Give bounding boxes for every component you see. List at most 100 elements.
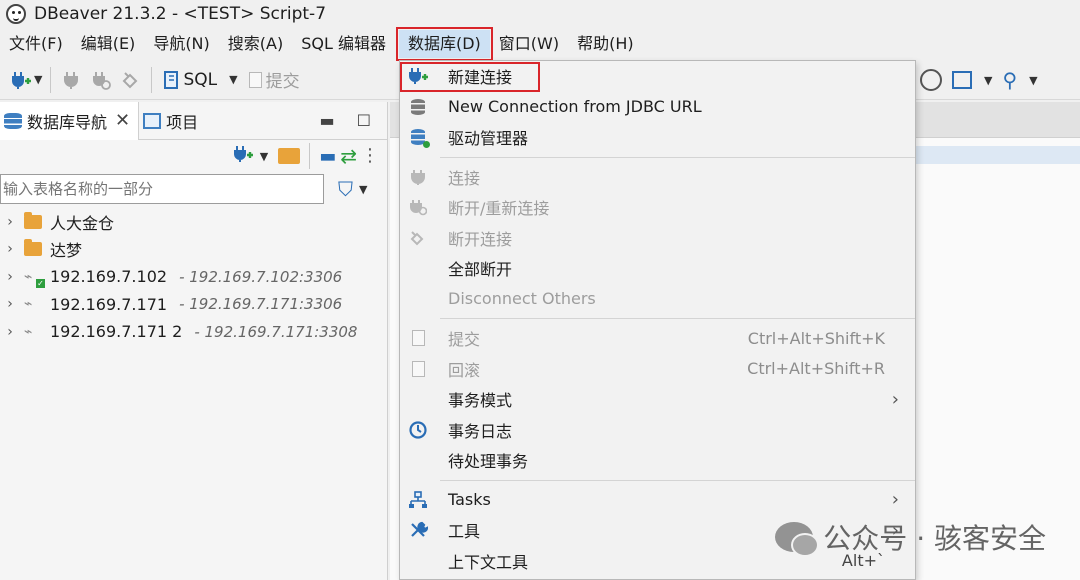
navigator-tab-bar: 数据库导航 ✕ 项目 ▬ ☐ <box>0 101 387 140</box>
menu-separator <box>440 156 915 158</box>
chevron-right-icon[interactable]: › <box>2 269 18 285</box>
collapse-all-icon[interactable]: ▬ <box>319 146 336 167</box>
menu-item-connect[interactable]: 连接 <box>400 162 915 193</box>
tools-icon <box>400 520 436 540</box>
plug-disconnect-icon <box>400 229 436 247</box>
chevron-right-icon[interactable]: › <box>2 324 18 340</box>
chevron-right-icon[interactable]: › <box>2 296 18 312</box>
window-title: DBeaver 21.3.2 - <TEST> Script-7 <box>34 4 327 24</box>
menu-item-label: Tasks <box>448 490 491 510</box>
connected-check-icon: ✓ <box>36 278 45 288</box>
chevron-down-icon[interactable]: ▼ <box>34 73 42 86</box>
chevron-down-icon[interactable]: ▼ <box>260 150 268 163</box>
chevron-down-icon[interactable]: ▼ <box>1029 74 1037 87</box>
chevron-down-icon[interactable]: ▼ <box>229 73 237 86</box>
sql-script-icon <box>164 70 179 89</box>
menu-item-label: Disconnect Others <box>448 289 596 309</box>
menu-item-label: 工具 <box>448 522 481 542</box>
menu-search[interactable]: 搜索(A) <box>219 30 292 58</box>
dbeaver-logo-icon <box>6 4 26 24</box>
chevron-right-icon[interactable]: › <box>2 214 18 230</box>
tree-item-connection[interactable]: › ⌁ 192.169.7.171 - 192.169.7.171:3306 <box>0 291 387 319</box>
folder-icon <box>24 211 42 229</box>
menu-item-pending-transactions[interactable]: 待处理事务 <box>400 445 915 476</box>
maximize-icon[interactable]: ☐ <box>357 111 371 130</box>
chevron-down-icon[interactable]: ▼ <box>984 74 992 87</box>
plug-disconnect-icon <box>123 71 138 88</box>
filter-icon[interactable]: ⛉ <box>338 177 353 201</box>
toolbar-right-group: ▼ ⚲ ▼ <box>920 66 1038 94</box>
tree-item-connection[interactable]: › ⌁ 192.169.7.171 2 - 192.169.7.171:3308 <box>0 318 387 346</box>
tab-database-navigator[interactable]: 数据库导航 ✕ <box>0 101 140 140</box>
menu-help[interactable]: 帮助(H) <box>568 30 643 58</box>
tree-item-connection[interactable]: › ⌁ ✓ 192.169.7.102 - 192.169.7.102:3306 <box>0 263 387 291</box>
table-filter-input[interactable] <box>0 174 324 204</box>
plug-icon <box>400 168 436 186</box>
menu-item-disconnect-all[interactable]: 全部断开 <box>400 253 915 284</box>
new-connection-toolbar-button[interactable]: ▼ <box>10 65 42 95</box>
menu-item-reconnect[interactable]: 断开/重新连接 <box>400 192 915 223</box>
menu-item-label: 断开/重新连接 <box>448 199 550 219</box>
menu-item-label: 事务模式 <box>448 391 513 411</box>
reconnect-toolbar-button[interactable] <box>89 65 113 95</box>
menu-sql-editor[interactable]: SQL 编辑器 <box>292 30 395 58</box>
more-options-icon[interactable]: ⋮ <box>361 147 379 165</box>
menu-item-label: New Connection from JDBC URL <box>448 97 702 117</box>
menu-item-label: 回滚 <box>448 360 481 380</box>
connection-url: - 192.169.7.171:3308 <box>194 322 358 341</box>
menu-item-label: 事务日志 <box>448 421 513 441</box>
menu-window[interactable]: 窗口(W) <box>490 30 568 58</box>
plug-plus-icon <box>12 71 31 89</box>
history-icon <box>400 420 436 440</box>
menu-item-disconnect[interactable]: 断开连接 <box>400 223 915 254</box>
database-menu-dropdown: 新建连接 New Connection from JDBC URL 驱动管理器 … <box>399 60 916 580</box>
rollback-icon <box>400 360 436 377</box>
erd-diagram-icon[interactable] <box>952 71 972 89</box>
commit-toolbar-button[interactable]: 提交 <box>248 65 300 95</box>
menu-item-transaction-log[interactable]: 事务日志 <box>400 415 915 446</box>
menu-item-shortcut: Ctrl+Alt+Shift+K <box>747 328 885 348</box>
chevron-down-icon[interactable]: ▼ <box>359 183 367 196</box>
menu-separator <box>440 479 915 481</box>
tab-label: 数据库导航 <box>27 112 108 132</box>
connect-toolbar-button[interactable] <box>59 65 83 95</box>
link-with-editor-icon[interactable]: ⇄ <box>340 144 357 168</box>
menu-item-tasks[interactable]: Tasks › <box>400 485 915 516</box>
wechat-logo-icon <box>775 522 820 557</box>
plug-refresh-icon <box>400 198 436 216</box>
menu-item-new-connection[interactable]: 新建连接 <box>400 61 915 92</box>
new-connection-button[interactable] <box>232 144 254 169</box>
menu-bar: 文件(F) 编辑(E) 导航(N) 搜索(A) SQL 编辑器 数据库(D) 窗… <box>0 27 1080 61</box>
menu-database[interactable]: 数据库(D) <box>395 27 493 61</box>
chevron-right-icon[interactable]: › <box>2 241 18 257</box>
sql-editor-button[interactable]: SQL ▼ <box>163 65 238 95</box>
close-icon[interactable]: ✕ <box>115 110 130 131</box>
menu-file[interactable]: 文件(F) <box>0 30 72 58</box>
connection-plug-icon: ⌁ <box>24 323 33 340</box>
menu-edit[interactable]: 编辑(E) <box>72 30 145 58</box>
tree-item-folder[interactable]: › 达梦 <box>0 236 387 264</box>
menu-item-driver-manager[interactable]: 驱动管理器 <box>400 122 915 153</box>
menu-navigate[interactable]: 导航(N) <box>144 30 218 58</box>
commit-icon <box>248 71 262 88</box>
menu-item-label: 连接 <box>448 168 481 188</box>
menu-item-new-connection-jdbc[interactable]: New Connection from JDBC URL <box>400 92 915 123</box>
minimize-icon[interactable]: ▬ <box>320 111 335 130</box>
menu-item-transaction-mode[interactable]: 事务模式 › <box>400 384 915 415</box>
disconnect-toolbar-button[interactable] <box>119 65 143 95</box>
dashboard-gauge-icon[interactable] <box>920 69 942 91</box>
tab-projects[interactable]: 项目 <box>139 102 206 140</box>
connection-plug-icon: ⌁ ✓ <box>24 268 45 288</box>
search-icon[interactable]: ⚲ <box>1002 68 1017 92</box>
tree-item-folder[interactable]: › 人大金仓 <box>0 208 387 236</box>
menu-item-commit[interactable]: 提交 Ctrl+Alt+Shift+K <box>400 323 915 354</box>
connection-url: - 192.169.7.102:3306 <box>179 267 343 286</box>
highlight-box <box>400 62 540 92</box>
menu-item-rollback[interactable]: 回滚 Ctrl+Alt+Shift+R <box>400 354 915 385</box>
new-folder-icon[interactable] <box>278 148 301 164</box>
menu-item-disconnect-others[interactable]: Disconnect Others <box>400 284 915 315</box>
title-bar: DBeaver 21.3.2 - <TEST> Script-7 <box>0 0 1080 28</box>
menu-item-label: 全部断开 <box>448 260 513 280</box>
connection-tree: › 人大金仓 › 达梦 › ⌁ ✓ 192.169.7.102 - 192.169… <box>0 206 387 346</box>
chevron-right-icon: › <box>891 489 899 511</box>
